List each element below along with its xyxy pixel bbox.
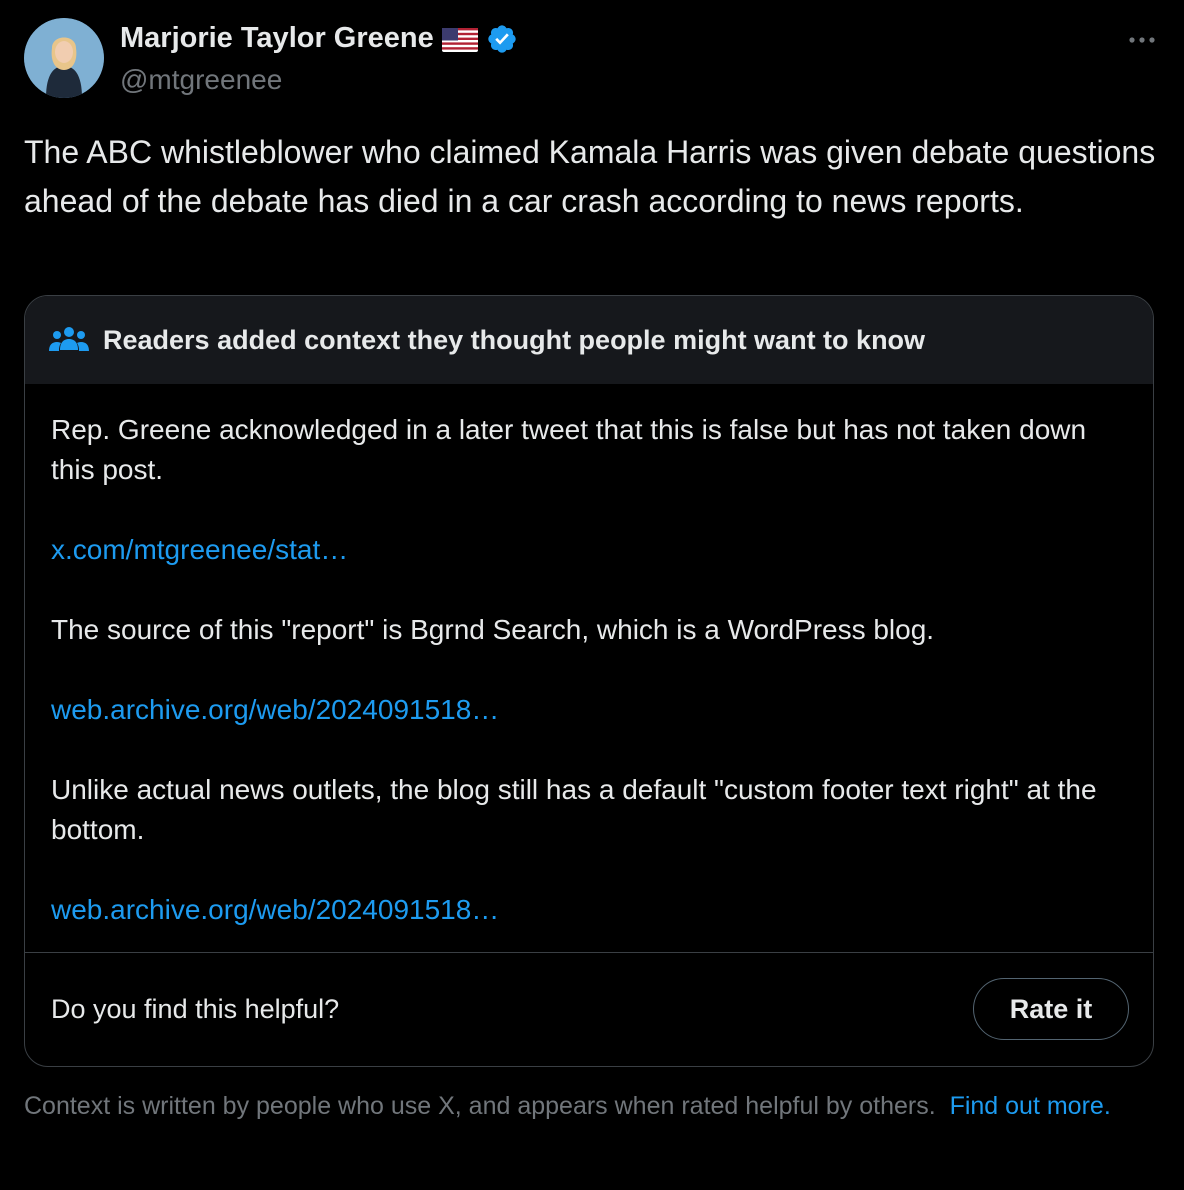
author-name-row[interactable]: Marjorie Taylor Greene	[120, 22, 518, 55]
more-options-icon[interactable]	[1124, 28, 1160, 52]
community-note: Readers added context they thought peopl…	[24, 295, 1154, 1067]
helpful-question: Do you find this helpful?	[51, 993, 340, 1024]
rate-it-button[interactable]: Rate it	[973, 978, 1129, 1040]
community-note-header: Readers added context they thought peopl…	[25, 296, 1153, 384]
context-footnote: Context is written by people who use X, …	[24, 1090, 1134, 1123]
note-link-1[interactable]: x.com/mtgreenee/stat…	[51, 530, 348, 570]
community-note-body: Rep. Greene acknowledged in a later twee…	[25, 384, 1153, 952]
author-name[interactable]: Marjorie Taylor Greene	[120, 22, 434, 55]
note-link-3[interactable]: web.archive.org/web/2024091518…	[51, 890, 499, 930]
note-link-2[interactable]: web.archive.org/web/2024091518…	[51, 690, 499, 730]
note-paragraph-1: Rep. Greene acknowledged in a later twee…	[51, 414, 1087, 485]
us-flag-icon	[441, 27, 478, 52]
note-rating-row: Do you find this helpful? Rate it	[25, 953, 1153, 1065]
author-handle[interactable]: @mtgreenee	[120, 64, 282, 96]
note-paragraph-3: Unlike actual news outlets, the blog sti…	[51, 774, 1097, 845]
avatar-photo	[24, 18, 104, 98]
footnote-text: Context is written by people who use X, …	[24, 1092, 936, 1120]
community-note-title: Readers added context they thought peopl…	[103, 324, 926, 355]
avatar[interactable]	[24, 18, 104, 98]
verified-badge-icon[interactable]	[486, 23, 518, 55]
people-icon	[49, 324, 89, 356]
note-paragraph-2: The source of this "report" is Bgrnd Sea…	[51, 614, 935, 645]
tweet-text: The ABC whistleblower who claimed Kamala…	[24, 134, 1156, 219]
find-out-more-link[interactable]: Find out more.	[950, 1092, 1111, 1120]
tweet-header: Marjorie Taylor Greene @mtgreenee	[24, 18, 1160, 102]
